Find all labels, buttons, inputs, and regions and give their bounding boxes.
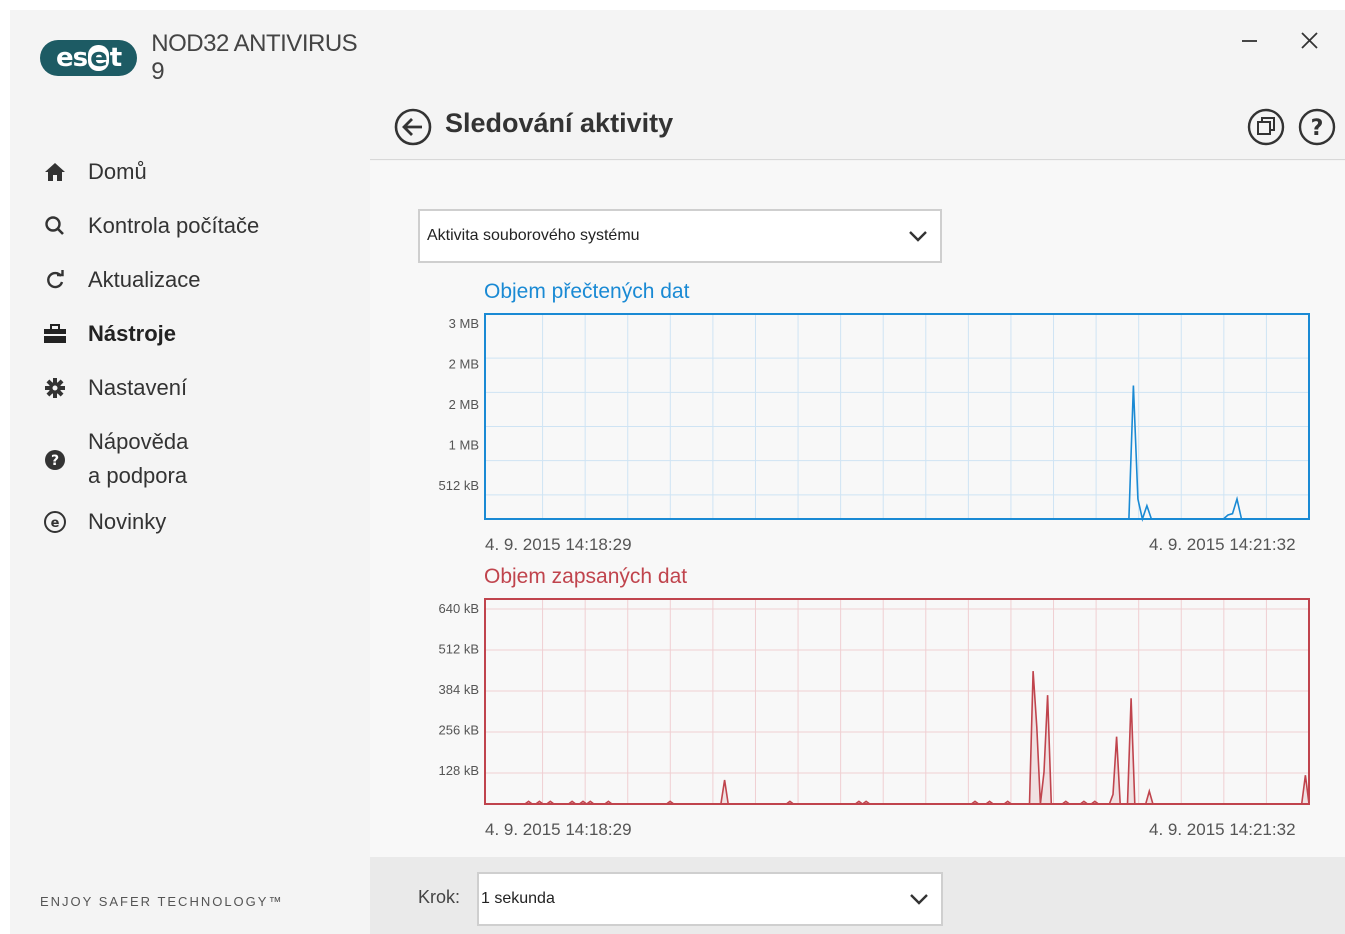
sidebar-item-label-line1: Nápověda	[88, 429, 189, 454]
svg-text:e: e	[51, 516, 60, 531]
open-window-icon	[1247, 108, 1285, 146]
open-in-window-button[interactable]	[1247, 108, 1285, 146]
read-chart-y-tick-label: 2 MB	[449, 397, 479, 412]
refresh-icon	[40, 265, 70, 295]
main-panel: Sledování aktivity ? Aktivita souborovéh…	[370, 10, 1345, 934]
sidebar-item-update[interactable]: Aktualizace	[40, 263, 268, 317]
sidebar-item-label: Domů	[88, 159, 147, 184]
sidebar-item-tools[interactable]: Nástroje	[40, 317, 268, 371]
sidebar-item-label: Nápověda a podpora	[88, 425, 268, 493]
eset-logo: es e t NOD32 ANTIVIRUS 9	[40, 30, 370, 85]
read-chart-x-end: 4. 9. 2015 14:21:32	[1149, 535, 1296, 554]
app-title: NOD32 ANTIVIRUS 9	[151, 30, 358, 85]
step-select[interactable]: 1 sekunda	[477, 872, 943, 926]
back-arrow-icon	[394, 108, 432, 146]
footer-bar: Krok: 1 sekunda	[370, 857, 1345, 934]
sidebar-item-home[interactable]: Domů	[40, 155, 268, 209]
news-icon: e	[40, 507, 70, 537]
toolbox-icon	[40, 319, 70, 349]
help-button[interactable]: ?	[1298, 108, 1336, 146]
write-chart: 640 kB 512 kB 384 kB 256 kB 128 kB	[439, 598, 1310, 805]
sidebar-item-help-support[interactable]: ? Nápověda a podpora	[40, 425, 268, 505]
sidebar: es e t NOD32 ANTIVIRUS 9 Domů Kontrola poč…	[10, 10, 370, 934]
sidebar-item-settings[interactable]: Nastavení	[40, 371, 268, 425]
write-chart-y-tick-label: 256 kB	[439, 723, 479, 738]
chevron-down-icon	[910, 894, 928, 905]
write-chart-y-tick-label: 640 kB	[439, 601, 479, 616]
read-chart-y-tick-label: 3 MB	[449, 316, 479, 331]
write-chart-title: Objem zapsaných dat	[484, 565, 688, 588]
write-chart-x-end: 4. 9. 2015 14:21:32	[1149, 820, 1296, 839]
sidebar-item-computer-scan[interactable]: Kontrola počítače	[40, 209, 268, 263]
sidebar-item-label: Novinky	[88, 509, 167, 534]
close-icon	[1301, 32, 1318, 49]
search-icon	[40, 211, 70, 241]
page-header: Sledování aktivity ?	[370, 90, 1345, 160]
write-chart-y-tick-label: 384 kB	[439, 682, 479, 697]
sidebar-item-label: Kontrola počítače	[88, 213, 260, 238]
read-chart-y-tick-label: 512 kB	[439, 478, 479, 493]
step-label: Krok:	[418, 887, 461, 907]
app-window: es e t NOD32 ANTIVIRUS 9 Domů Kontrola poč…	[10, 10, 1345, 934]
read-chart-title: Objem přečtených dat	[484, 280, 690, 303]
write-chart-y-tick-label: 128 kB	[439, 763, 479, 778]
sidebar-item-label: Nástroje	[88, 321, 177, 346]
minimize-button[interactable]	[1237, 28, 1263, 54]
gear-icon	[40, 373, 70, 403]
close-button[interactable]	[1297, 28, 1323, 54]
sidebar-item-label: Nastavení	[88, 375, 188, 400]
back-button[interactable]	[394, 108, 432, 146]
write-chart-x-start: 4. 9. 2015 14:18:29	[485, 820, 632, 839]
page-title: Sledování aktivity	[445, 108, 674, 138]
read-chart-y-tick-label: 1 MB	[449, 438, 479, 453]
read-chart: 3 MB 2 MB 2 MB 1 MB 512 kB	[439, 313, 1310, 522]
sidebar-item-label: Aktualizace	[88, 267, 201, 292]
sidebar-nav: Domů Kontrola počítače Aktualizace Nástr…	[40, 155, 268, 559]
help-circle-icon: ?	[1298, 108, 1336, 146]
eset-logo-badge: es e t	[40, 40, 138, 76]
chevron-down-icon	[909, 231, 927, 242]
read-chart-x-start: 4. 9. 2015 14:18:29	[485, 535, 632, 554]
tagline: ENJOY SAFER TECHNOLOGY™	[40, 894, 284, 909]
step-value: 1 sekunda	[481, 890, 555, 907]
help-icon: ?	[40, 445, 70, 475]
sidebar-item-label-line2: a podpora	[88, 463, 188, 488]
activity-type-select[interactable]: Aktivita souborového systému	[418, 209, 942, 263]
activity-type-value: Aktivita souborového systému	[427, 227, 640, 244]
read-chart-series-line	[485, 385, 1309, 522]
home-icon	[40, 157, 70, 187]
sidebar-item-news[interactable]: e Novinky	[40, 505, 268, 559]
read-chart-plot-border	[484, 313, 1310, 520]
read-chart-y-tick-label: 2 MB	[449, 357, 479, 372]
svg-text:?: ?	[51, 453, 59, 469]
write-chart-y-tick-label: 512 kB	[439, 642, 479, 657]
minimize-icon	[1242, 40, 1257, 42]
content-area: Aktivita souborového systému Objem přečt…	[370, 161, 1345, 857]
svg-text:?: ?	[1311, 116, 1324, 141]
